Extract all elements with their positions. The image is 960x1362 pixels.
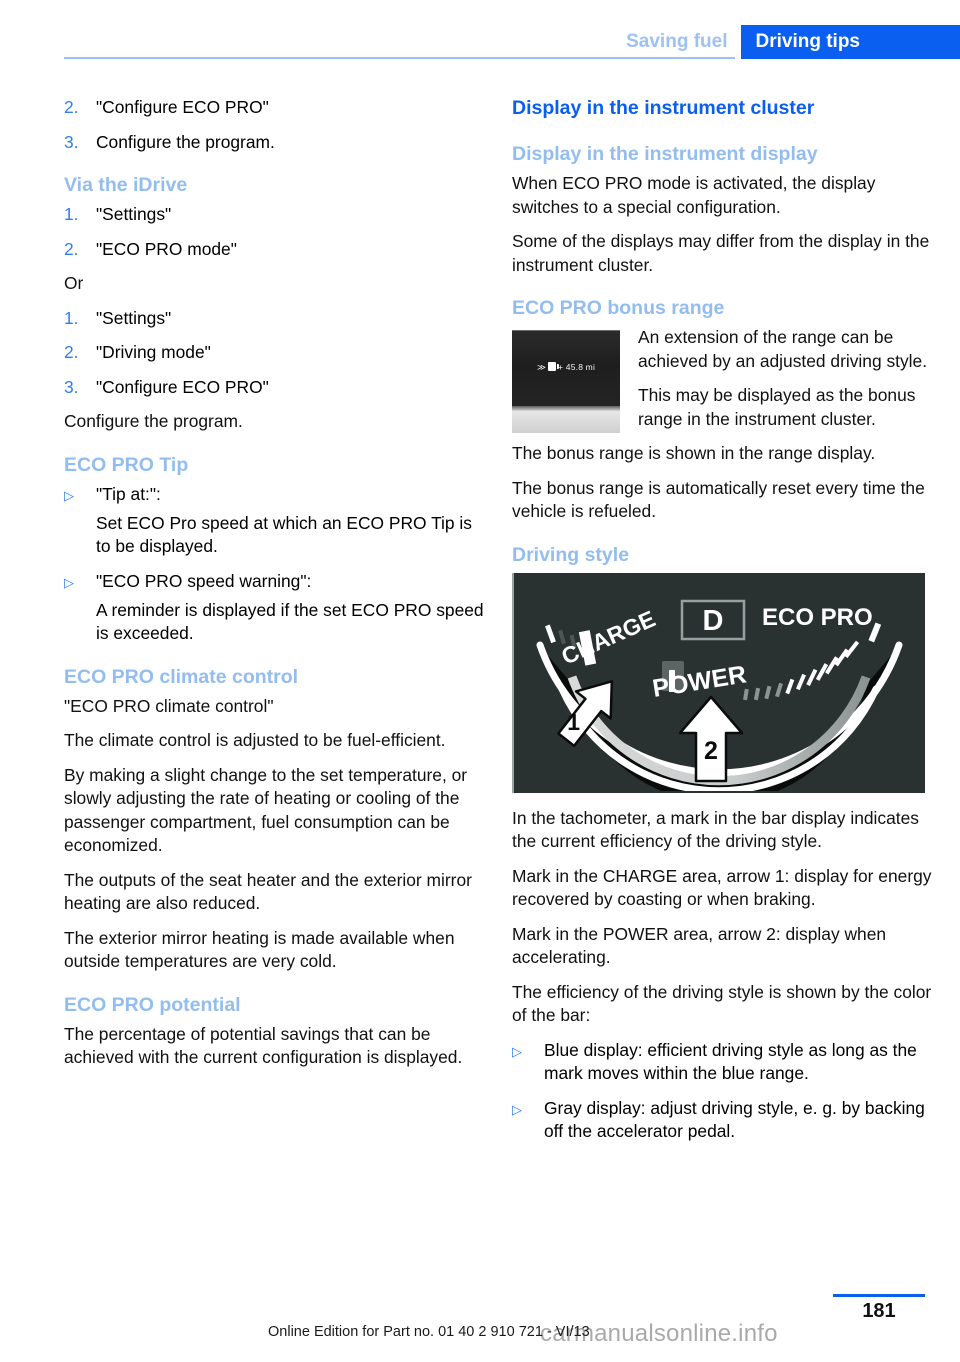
steps-idrive-list: 1. "Settings" 2. "ECO PRO mode"	[64, 203, 486, 261]
step-text: "Settings"	[96, 204, 172, 224]
left-column: 2. "Configure ECO PRO" 3. Configure the …	[64, 96, 486, 1081]
heading-eco-pro-potential: ECO PRO potential	[64, 993, 241, 1016]
chevron-icon: ≫	[536, 362, 547, 372]
step-text: "ECO PRO mode"	[96, 238, 237, 259]
list-item: 1. "Settings"	[64, 203, 486, 227]
step-number: 2.	[64, 238, 79, 259]
climate-paragraph: The outputs of the seat heater and the e…	[64, 869, 472, 914]
fuel-pump-icon	[548, 362, 560, 371]
instrument-display-figure: ≫ + 45.8 mi	[512, 330, 620, 433]
climate-paragraph: "ECO PRO climate control"	[64, 695, 274, 716]
heading-eco-pro-climate-control: ECO PRO climate control	[64, 665, 299, 688]
page-number: 181	[862, 1300, 896, 1322]
step-number: 1.	[64, 204, 79, 224]
potential-paragraph: The percentage of potential savings that…	[64, 1023, 463, 1068]
driving-style-paragraph: The efficiency of the driving style is s…	[512, 981, 932, 1026]
bonus-range-value: + 45.8 mi	[558, 362, 596, 372]
heading-eco-pro-bonus-range: ECO PRO bonus range	[512, 297, 725, 319]
driving-style-paragraph: Mark in the POWER area, arrow 2: display…	[512, 923, 887, 968]
bonus-range-block: ≫ + 45.8 mi An extension of the range can…	[512, 326, 934, 442]
list-item: 1. "Settings"	[64, 307, 486, 331]
eco-pro-mode-label: ECO PRO	[762, 604, 873, 631]
page-title: Display in the instrument cluster	[512, 97, 815, 119]
step-number: 1.	[64, 307, 79, 328]
list-item: ▷ "Tip at:":	[64, 483, 486, 508]
list-item: ▷ "ECO PRO speed warning":	[64, 570, 486, 595]
display-base	[512, 411, 620, 433]
svg-text:2: 2	[704, 737, 718, 765]
page-number-rule	[833, 1294, 925, 1297]
tachometer-illustration: D ECO PRO CHARGE POWER 1 2	[514, 572, 925, 791]
watermark: carmanualsonline.info	[540, 1320, 778, 1347]
list-item: ▷ Gray display: adjust driving style, e.…	[512, 1097, 934, 1144]
bullet-label: "Tip at:":	[96, 483, 161, 504]
color-bullet-text: Blue display: efficient driving style as…	[544, 1039, 917, 1084]
right-column: Display in the instrument cluster Displa…	[512, 96, 934, 1148]
step-number: 2.	[64, 97, 79, 117]
bullet-detail: A reminder is displayed if the set ECO P…	[96, 599, 484, 644]
or-separator: Or	[64, 273, 84, 293]
configure-program-note: Configure the program.	[64, 411, 243, 431]
color-bullet-text: Gray display: adjust driving style, e. g…	[544, 1097, 925, 1142]
list-item: 3. Configure the program.	[64, 131, 486, 155]
triangle-bullet-icon: ▷	[64, 487, 74, 503]
bonus-paragraph: The bonus range is shown in the range di…	[512, 443, 876, 463]
climate-paragraph: The exterior mirror heating is made avai…	[64, 927, 455, 972]
bullet-detail: Set ECO Pro speed at which an ECO PRO Ti…	[96, 512, 472, 557]
driving-style-paragraph: Mark in the CHARGE area, arrow 1: displa…	[512, 865, 932, 910]
instrument-display-readout: ≫ + 45.8 mi	[512, 362, 620, 373]
step-text: "Settings"	[96, 307, 172, 328]
climate-paragraph: By making a slight change to the set tem…	[64, 764, 468, 856]
step-text: "Configure ECO PRO"	[96, 97, 269, 117]
page-footer: 181 Online Edition for Part no. 01 40 2 …	[0, 1282, 960, 1362]
display-paragraph: Some of the displays may differ from the…	[512, 231, 930, 275]
bullet-label: "ECO PRO speed warning":	[96, 570, 312, 591]
tachometer-figure: D ECO PRO CHARGE POWER 1 2	[512, 572, 925, 793]
steps-top-list: 2. "Configure ECO PRO" 3. Configure the …	[64, 96, 486, 154]
tab-driving-tips[interactable]: Driving tips	[741, 25, 960, 59]
step-text: "Driving mode"	[96, 342, 211, 362]
step-number: 3.	[64, 376, 79, 397]
list-item: 2. "ECO PRO mode"	[64, 238, 486, 262]
list-item: ▷ Blue display: efficient driving style …	[512, 1039, 934, 1086]
triangle-bullet-icon: ▷	[64, 574, 74, 590]
step-number: 2.	[64, 342, 79, 362]
page-header: Saving fuel Driving tips	[0, 0, 960, 62]
heading-instrument-display: Display in the instrument display	[512, 143, 818, 165]
step-text: "Configure ECO PRO"	[96, 376, 269, 397]
svg-text:1: 1	[567, 709, 580, 735]
step-text: Configure the program.	[96, 131, 275, 152]
header-tabs: Saving fuel Driving tips	[614, 25, 960, 59]
list-item: 3. "Configure ECO PRO"	[64, 376, 486, 400]
instrument-display-screen: ≫ + 45.8 mi	[512, 330, 620, 406]
driving-style-paragraph: In the tachometer, a mark in the bar dis…	[512, 807, 919, 852]
triangle-bullet-icon: ▷	[512, 1043, 522, 1059]
triangle-bullet-icon: ▷	[512, 1101, 522, 1117]
tab-saving-fuel[interactable]: Saving fuel	[614, 25, 741, 59]
heading-eco-pro-tip: ECO PRO Tip	[64, 453, 189, 476]
gear-indicator-label: D	[703, 605, 724, 637]
steps-idrive-alt-list: 1. "Settings" 2. "Driving mode" 3. "Conf…	[64, 307, 486, 400]
display-paragraph: When ECO PRO mode is activated, the disp…	[512, 173, 876, 217]
list-item: 2. "Driving mode"	[64, 341, 486, 365]
heading-driving-style: Driving style	[512, 543, 630, 566]
step-number: 3.	[64, 131, 79, 152]
heading-via-the-idrive: Via the iDrive	[64, 174, 188, 196]
list-item: 2. "Configure ECO PRO"	[64, 96, 486, 120]
climate-paragraph: The climate control is adjusted to be fu…	[64, 730, 446, 750]
bonus-paragraph: The bonus range is automatically reset e…	[512, 477, 925, 522]
